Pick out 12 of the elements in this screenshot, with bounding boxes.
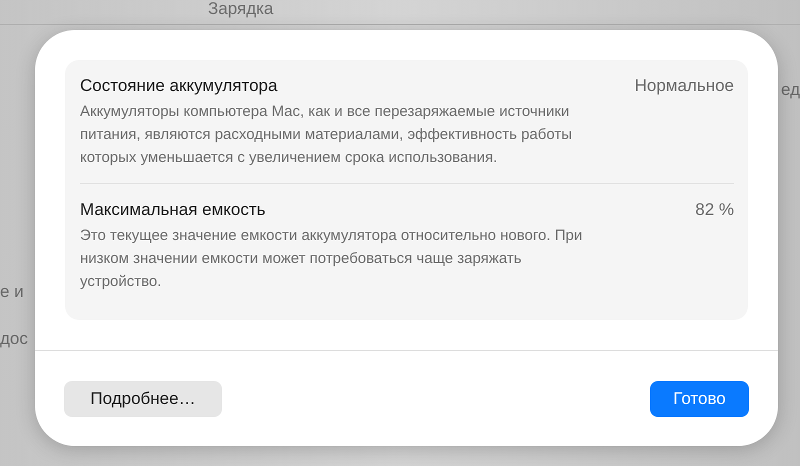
done-button[interactable]: Готово [650,380,749,416]
section-title: Максимальная емкость [80,200,266,220]
section-description: Аккумуляторы компьютера Mac, как и все перезаряжаемые источники питания, являются расходными материалами, эффективность работы которых уменьшается с увеличением срока использования. [80,102,574,168]
background-text: е и [0,282,24,302]
section-value: 82 % [695,200,734,220]
background-text: ед [780,80,800,100]
page-title: Зарядка [208,0,274,18]
section-description: Это текущее значение емкости аккумулятора относительно нового. При низком значении емкости может потребоваться чаще заряжать устройство. [80,226,584,292]
section-title: Состояние аккумулятора [80,76,278,96]
background-text: дос [0,329,28,349]
more-info-button[interactable]: Подробнее… [64,380,222,416]
section-value: Нормальное [634,76,734,96]
